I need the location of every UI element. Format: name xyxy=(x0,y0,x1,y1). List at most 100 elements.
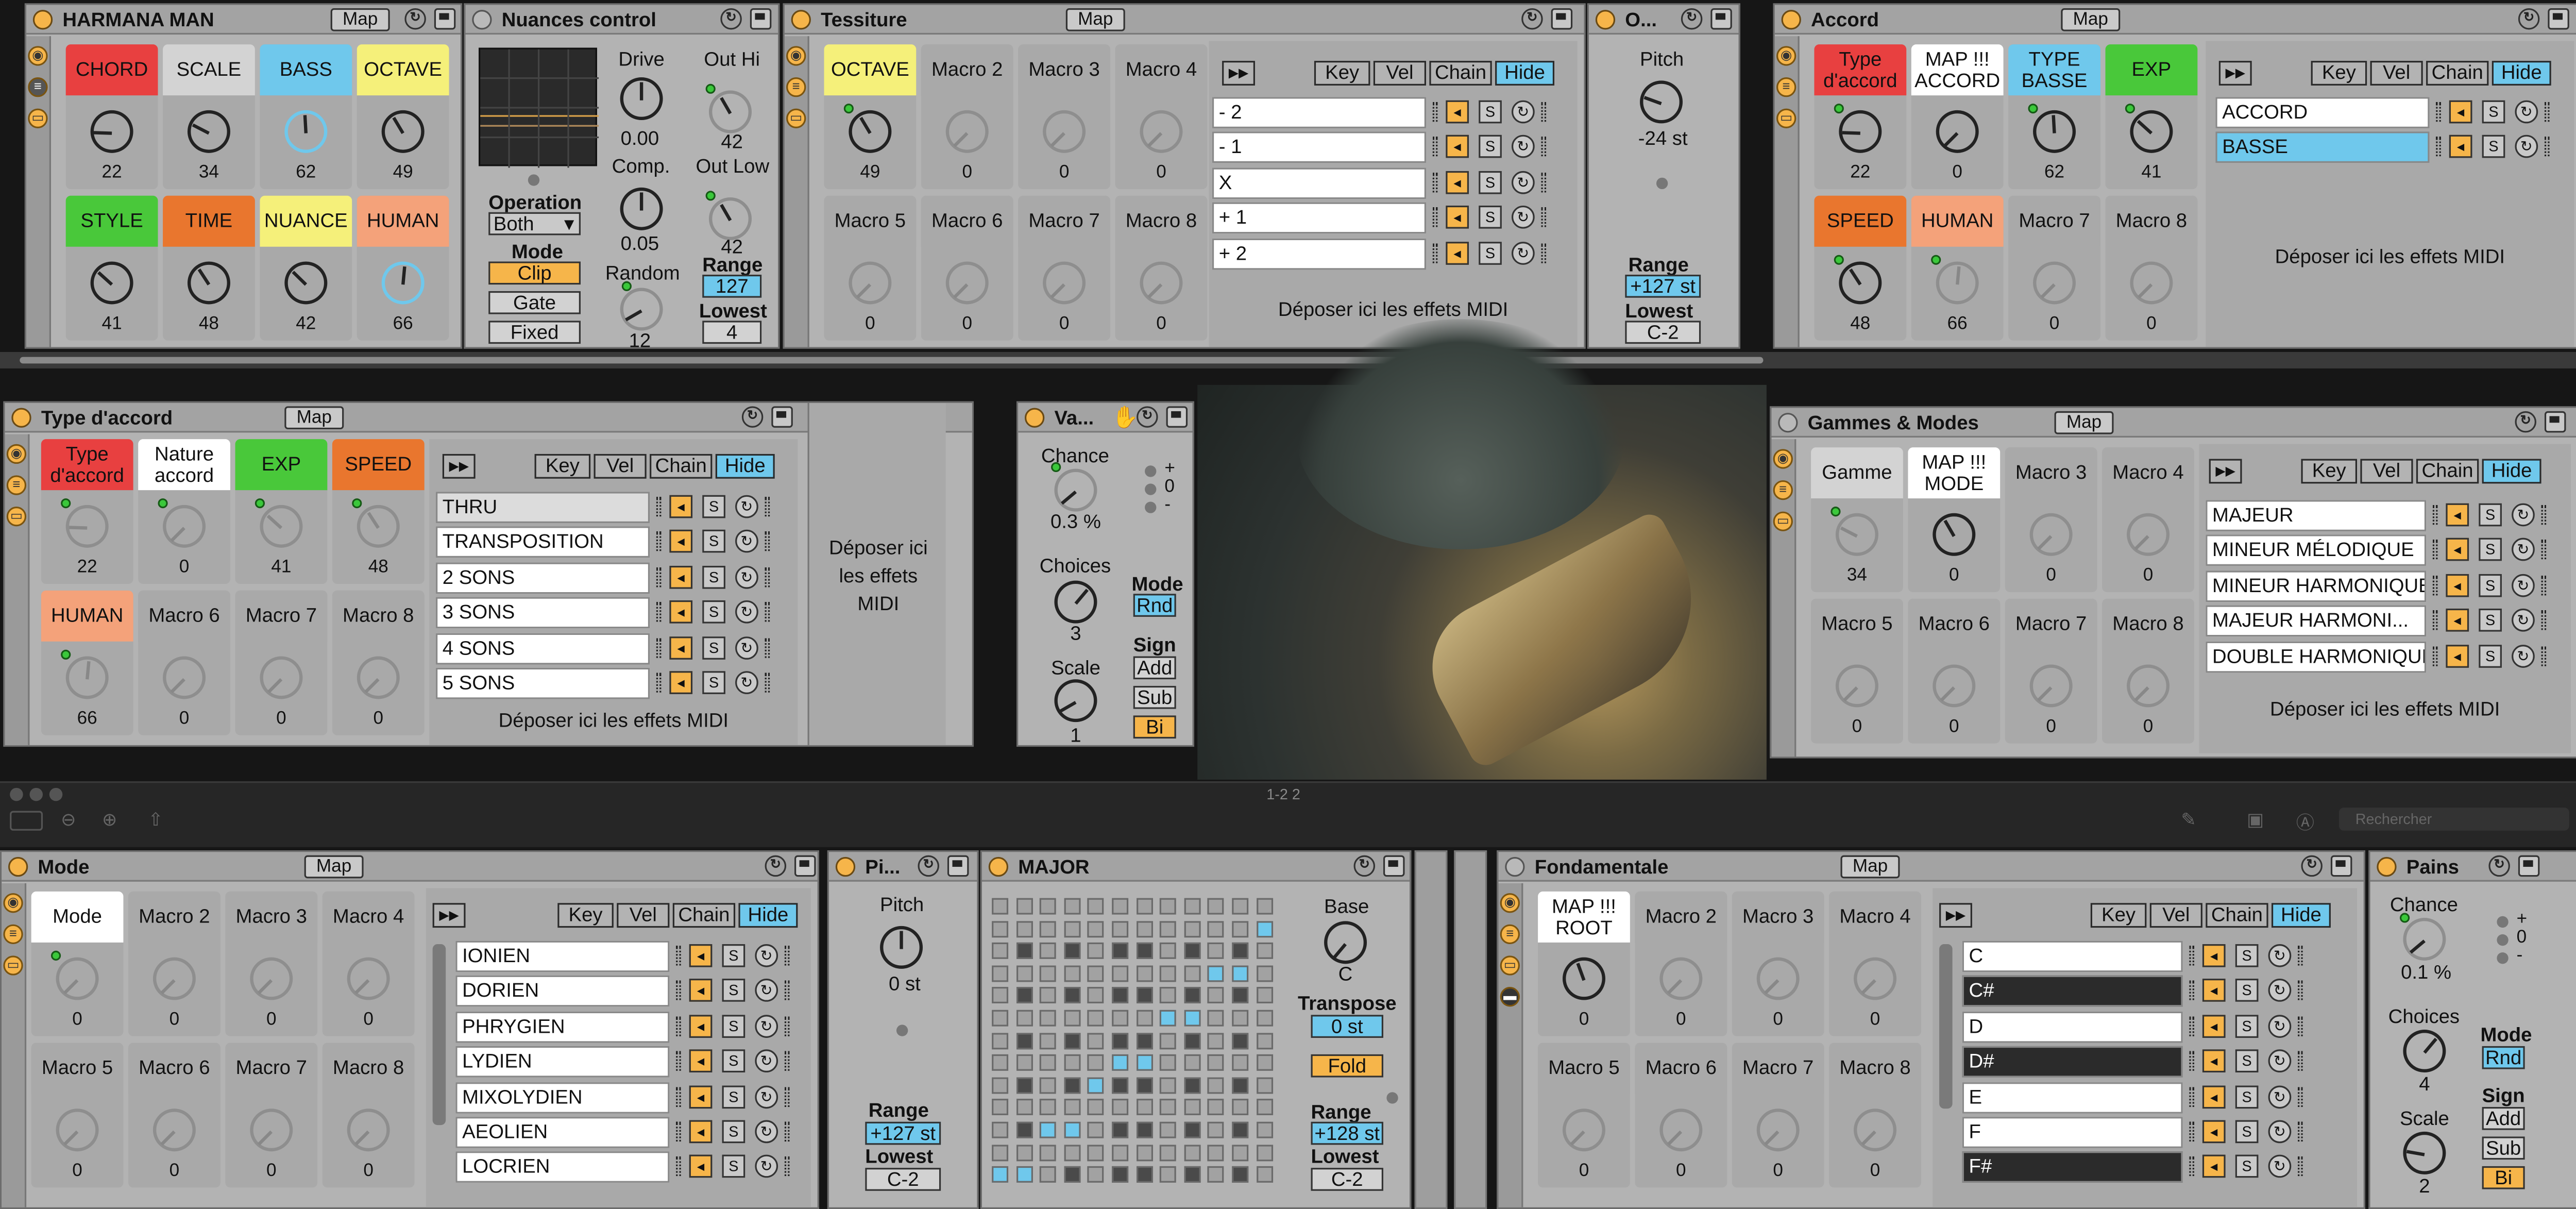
macro-knob[interactable] xyxy=(90,261,133,305)
hot-swap-icon[interactable]: ↻ xyxy=(1681,8,1703,30)
macro-knob[interactable] xyxy=(1140,110,1183,153)
macro-knob[interactable] xyxy=(347,957,390,1000)
chain-hot-swap-icon[interactable]: ↻ xyxy=(735,671,758,694)
macro-knob[interactable] xyxy=(2127,513,2170,556)
hot-swap-icon[interactable]: ↻ xyxy=(1137,406,1158,428)
chain-name[interactable]: + 2 xyxy=(1212,238,1426,270)
show-chains-icon[interactable]: ≡ xyxy=(3,924,23,945)
scale-note-cell[interactable] xyxy=(1040,1077,1057,1094)
chain-activator-icon[interactable]: ◂ xyxy=(2202,1049,2226,1073)
chain-activator-icon[interactable]: ◂ xyxy=(2449,100,2472,124)
macro-knob[interactable] xyxy=(945,110,989,153)
scale-note-cell[interactable] xyxy=(992,1054,1009,1071)
chain-row[interactable]: MINEUR HARMONIQUE ◂ S ↻ xyxy=(2206,570,2557,602)
transpose-field[interactable]: 0 st xyxy=(1311,1015,1383,1038)
scale-note-cell[interactable] xyxy=(1160,898,1177,915)
chain-scrollbar[interactable] xyxy=(432,944,446,1126)
scale-note-cell[interactable] xyxy=(1063,965,1080,982)
chain-activator-icon[interactable]: ◂ xyxy=(2202,979,2226,1002)
macro-knob[interactable] xyxy=(1756,957,1800,1000)
chain-hot-swap-icon[interactable]: ↻ xyxy=(1511,171,1535,194)
scale-note-cell[interactable] xyxy=(992,1032,1009,1049)
chain-row[interactable]: MAJEUR HARMONI... ◂ S ↻ xyxy=(2206,606,2557,637)
chain-solo-button[interactable]: S xyxy=(702,530,725,553)
chain-solo-button[interactable]: S xyxy=(702,600,725,624)
chain-solo-button[interactable]: S xyxy=(1479,100,1502,124)
drag-handle[interactable] xyxy=(2432,575,2438,595)
vel-button[interactable]: Vel xyxy=(2370,61,2423,86)
hot-swap-icon[interactable]: ↻ xyxy=(404,8,426,30)
chain-expand-icon[interactable]: ▸▸ xyxy=(2218,61,2252,86)
map-button[interactable]: Map xyxy=(1065,8,1125,31)
drag-handle[interactable] xyxy=(2189,1086,2194,1106)
chance-knob[interactable] xyxy=(1054,468,1097,512)
drag-handle[interactable] xyxy=(784,1121,790,1142)
scale-note-cell[interactable] xyxy=(1184,1077,1200,1094)
macro-knob[interactable] xyxy=(381,261,425,305)
chain-hot-swap-icon[interactable]: ↻ xyxy=(2512,503,2535,527)
chain-row[interactable]: F ◂ S ↻ xyxy=(1962,1117,2314,1148)
drag-handle[interactable] xyxy=(2189,1016,2194,1036)
chain-name[interactable]: 4 SONS xyxy=(436,632,650,664)
chain-row[interactable]: C ◂ S ↻ xyxy=(1962,941,2314,972)
drop-midi-effects-area[interactable]: Déposer ici les effets MIDI xyxy=(2199,697,2571,720)
macro-knob[interactable] xyxy=(1659,1109,1703,1152)
map-button[interactable]: Map xyxy=(2054,411,2114,434)
scale-note-cell[interactable] xyxy=(1015,1166,1032,1183)
hot-swap-icon[interactable]: ↻ xyxy=(2301,855,2323,877)
scale-note-cell[interactable] xyxy=(1040,1054,1057,1071)
hand-icon[interactable]: ✋ xyxy=(1112,405,1139,431)
chain-name[interactable]: D# xyxy=(1962,1046,2183,1078)
drag-handle[interactable] xyxy=(2541,575,2547,595)
chain-hot-swap-icon[interactable]: ↻ xyxy=(2268,1155,2292,1179)
chain-activator-icon[interactable]: ◂ xyxy=(689,1085,713,1108)
drag-handle[interactable] xyxy=(676,1121,681,1142)
scale-note-cell[interactable] xyxy=(1088,1077,1105,1094)
chain-hot-swap-icon[interactable]: ↻ xyxy=(2268,1085,2292,1108)
scale-note-cell[interactable] xyxy=(1015,1010,1032,1027)
show-macros-icon[interactable]: ◉ xyxy=(786,46,806,66)
chain-solo-button[interactable]: S xyxy=(2479,574,2502,597)
scale-note-cell[interactable] xyxy=(1040,1121,1057,1138)
scale-note-cell[interactable] xyxy=(1136,1144,1153,1161)
scale-note-cell[interactable] xyxy=(1160,1054,1177,1071)
scale-note-cell[interactable] xyxy=(1136,965,1153,982)
scale-note-cell[interactable] xyxy=(1088,920,1105,937)
drag-handle[interactable] xyxy=(656,496,662,517)
chain-activator-icon[interactable]: ◂ xyxy=(689,1120,713,1144)
scale-note-cell[interactable] xyxy=(1040,1166,1057,1183)
scale-note-grid[interactable] xyxy=(992,898,1294,1188)
save-preset-icon[interactable] xyxy=(750,8,772,30)
drag-handle[interactable] xyxy=(784,1016,790,1036)
chain-row[interactable]: BASSE ◂ S ↻ xyxy=(2215,132,2561,164)
show-devices-icon[interactable]: ▭ xyxy=(28,108,48,128)
chain-solo-button[interactable]: S xyxy=(1479,171,1502,194)
chain-activator-icon[interactable]: ◂ xyxy=(669,495,693,518)
drag-handle[interactable] xyxy=(2432,646,2438,666)
chain-row[interactable]: 5 SONS ◂ S ↻ xyxy=(436,667,781,699)
chain-solo-button[interactable]: S xyxy=(1479,241,1502,264)
power-toggle[interactable] xyxy=(1024,408,1045,428)
scale-note-cell[interactable] xyxy=(1088,1166,1105,1183)
drag-handle[interactable] xyxy=(1541,172,1547,192)
show-chains-icon[interactable]: ≡ xyxy=(28,77,48,97)
chain-solo-button[interactable]: S xyxy=(702,495,725,518)
power-toggle[interactable] xyxy=(835,857,856,877)
chain-hot-swap-icon[interactable]: ↻ xyxy=(735,530,758,553)
scale-note-cell[interactable] xyxy=(1256,1166,1273,1183)
chain-solo-button[interactable]: S xyxy=(722,1014,745,1038)
drag-handle[interactable] xyxy=(2298,1157,2303,1177)
scale-note-cell[interactable] xyxy=(1208,1099,1225,1116)
scale-note-cell[interactable] xyxy=(1256,943,1273,960)
scale-note-cell[interactable] xyxy=(1088,1032,1105,1049)
macro-knob[interactable] xyxy=(187,110,230,153)
chain-name[interactable]: + 1 xyxy=(1212,203,1426,234)
chain-row[interactable]: C# ◂ S ↻ xyxy=(1962,976,2314,1008)
scale-note-cell[interactable] xyxy=(1208,1032,1225,1049)
chain-solo-button[interactable]: S xyxy=(702,635,725,659)
chain-solo-button[interactable]: S xyxy=(702,565,725,589)
mode-rnd-button[interactable]: Rnd xyxy=(2482,1046,2525,1069)
scale-note-cell[interactable] xyxy=(1208,1010,1225,1027)
sidebar-toggle-icon[interactable] xyxy=(10,811,43,831)
hide-button[interactable]: Hide xyxy=(715,454,775,479)
